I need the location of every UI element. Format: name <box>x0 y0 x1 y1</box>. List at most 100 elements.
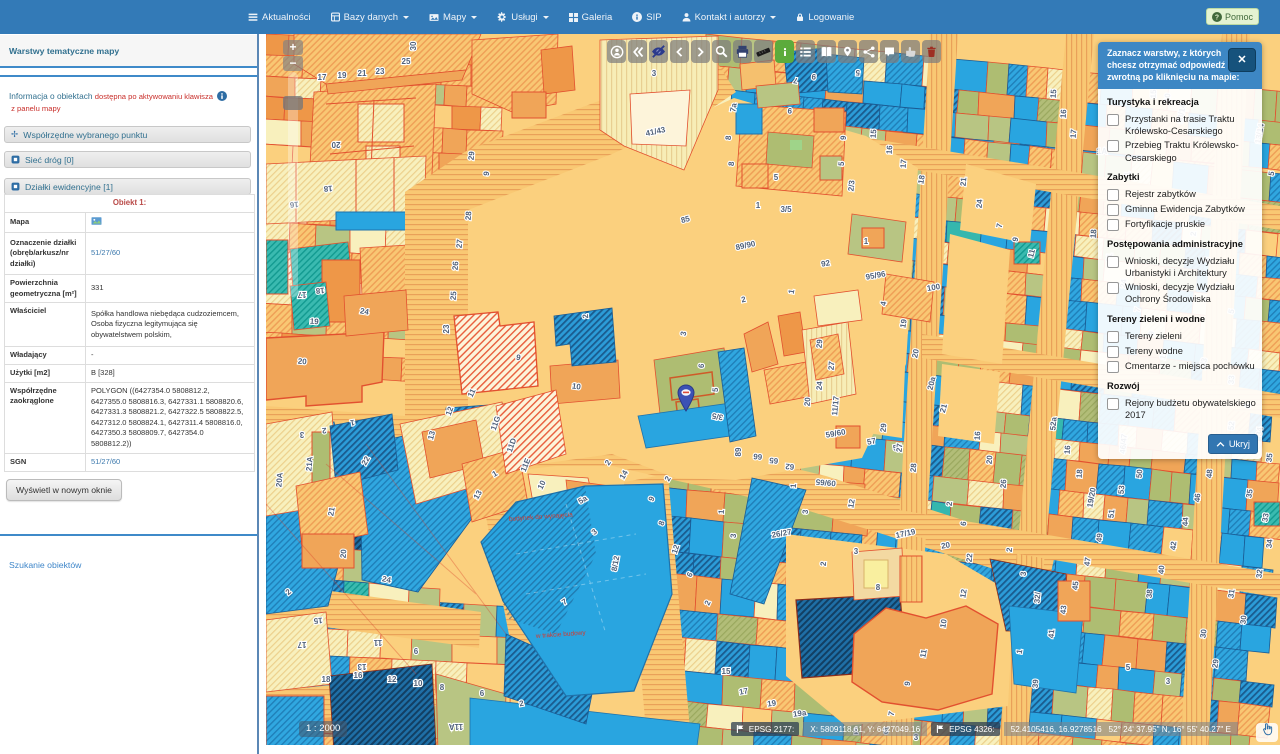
svg-text:3: 3 <box>652 69 657 78</box>
svg-text:16: 16 <box>973 430 983 440</box>
svg-text:3: 3 <box>299 430 304 439</box>
svg-text:15: 15 <box>722 667 731 676</box>
svg-text:40: 40 <box>1157 564 1167 574</box>
svg-text:51: 51 <box>1107 508 1117 518</box>
svg-text:30: 30 <box>1198 628 1208 639</box>
svg-text:18: 18 <box>323 184 333 194</box>
svg-text:27: 27 <box>455 238 465 248</box>
svg-text:29: 29 <box>1210 658 1220 669</box>
svg-text:66: 66 <box>752 452 762 462</box>
svg-text:52a: 52a <box>1048 416 1058 431</box>
svg-text:62: 62 <box>784 462 794 472</box>
svg-text:5: 5 <box>1126 663 1131 672</box>
svg-text:16: 16 <box>354 671 363 680</box>
svg-text:3: 3 <box>854 547 859 556</box>
svg-text:09/65: 09/65 <box>815 477 836 488</box>
svg-text:27: 27 <box>895 442 905 452</box>
svg-text:5: 5 <box>774 173 779 182</box>
svg-text:15: 15 <box>869 128 879 138</box>
svg-text:10: 10 <box>571 381 582 391</box>
svg-text:30: 30 <box>409 41 418 50</box>
svg-text:23: 23 <box>376 67 385 76</box>
svg-text:23: 23 <box>442 324 451 333</box>
svg-text:53: 53 <box>1117 484 1127 494</box>
svg-text:20: 20 <box>985 454 995 464</box>
svg-text:25: 25 <box>402 57 411 66</box>
svg-text:20: 20 <box>803 396 813 406</box>
svg-text:17: 17 <box>297 640 306 649</box>
svg-text:50: 50 <box>1135 468 1145 478</box>
svg-text:2/3: 2/3 <box>847 179 857 191</box>
svg-text:43: 43 <box>1059 604 1069 614</box>
svg-text:17: 17 <box>899 158 909 168</box>
svg-text:49: 49 <box>1095 532 1105 542</box>
svg-text:32: 32 <box>1255 568 1265 578</box>
svg-text:26: 26 <box>999 478 1009 488</box>
svg-text:17: 17 <box>318 73 327 82</box>
svg-text:29: 29 <box>815 338 825 348</box>
svg-text:44: 44 <box>1181 516 1191 526</box>
svg-text:29: 29 <box>879 422 889 432</box>
svg-text:6: 6 <box>480 689 485 698</box>
svg-text:3/5: 3/5 <box>780 205 792 214</box>
svg-text:16: 16 <box>1059 108 1069 118</box>
svg-text:26: 26 <box>451 260 461 270</box>
svg-text:47: 47 <box>1083 556 1093 566</box>
svg-text:21: 21 <box>959 176 969 186</box>
svg-text:28: 28 <box>909 462 919 472</box>
svg-text:31: 31 <box>1226 588 1236 599</box>
svg-text:1: 1 <box>864 237 869 246</box>
svg-text:32/: 32/ <box>1033 591 1043 604</box>
svg-text:12: 12 <box>388 675 397 684</box>
svg-text:18: 18 <box>322 675 331 684</box>
svg-text:21: 21 <box>358 69 367 78</box>
svg-text:1: 1 <box>756 201 761 210</box>
svg-text:38: 38 <box>1145 588 1155 598</box>
svg-text:15: 15 <box>1049 88 1059 98</box>
svg-text:45: 45 <box>1071 580 1081 590</box>
svg-text:48: 48 <box>1205 468 1215 478</box>
svg-text:19: 19 <box>309 317 319 327</box>
svg-text:20: 20 <box>339 548 349 558</box>
svg-text:17: 17 <box>1069 128 1079 138</box>
svg-text:18: 18 <box>1089 228 1099 238</box>
svg-text:21A: 21A <box>304 456 314 472</box>
svg-text:11/17: 11/17 <box>830 395 841 416</box>
svg-text:16: 16 <box>885 144 895 154</box>
svg-text:20A: 20A <box>274 472 284 488</box>
svg-text:19a: 19a <box>792 708 807 719</box>
svg-text:42: 42 <box>1169 540 1179 550</box>
svg-text:16: 16 <box>1063 444 1073 454</box>
svg-text:19: 19 <box>767 698 778 708</box>
svg-text:11: 11 <box>373 638 382 647</box>
svg-text:?: ? <box>1215 14 1219 21</box>
svg-text:20: 20 <box>297 357 307 367</box>
svg-text:65: 65 <box>768 456 778 466</box>
svg-text:11A: 11A <box>449 722 463 731</box>
svg-text:41: 41 <box>1047 628 1057 638</box>
svg-text:28: 28 <box>464 210 474 220</box>
svg-text:35: 35 <box>1265 452 1275 462</box>
svg-text:8: 8 <box>876 583 881 592</box>
svg-text:22: 22 <box>965 552 975 562</box>
svg-text:30: 30 <box>1239 614 1249 624</box>
svg-text:15: 15 <box>313 616 323 626</box>
svg-text:6: 6 <box>414 647 419 656</box>
svg-text:10: 10 <box>414 679 423 688</box>
svg-text:18: 18 <box>315 286 325 296</box>
svg-text:27: 27 <box>827 360 837 370</box>
svg-text:24: 24 <box>815 380 825 390</box>
svg-text:34: 34 <box>1265 538 1275 548</box>
svg-text:25: 25 <box>449 290 459 300</box>
svg-text:39: 39 <box>1031 678 1041 688</box>
svg-text:46: 46 <box>1193 492 1203 502</box>
svg-text:3: 3 <box>1166 677 1171 686</box>
svg-text:18: 18 <box>1075 468 1085 478</box>
svg-text:29: 29 <box>467 150 477 160</box>
svg-text:13: 13 <box>357 662 366 671</box>
svg-text:8: 8 <box>440 683 445 692</box>
svg-text:19: 19 <box>338 71 347 80</box>
svg-text:20: 20 <box>331 140 340 149</box>
svg-text:89: 89 <box>734 447 743 456</box>
svg-text:24: 24 <box>975 198 985 208</box>
